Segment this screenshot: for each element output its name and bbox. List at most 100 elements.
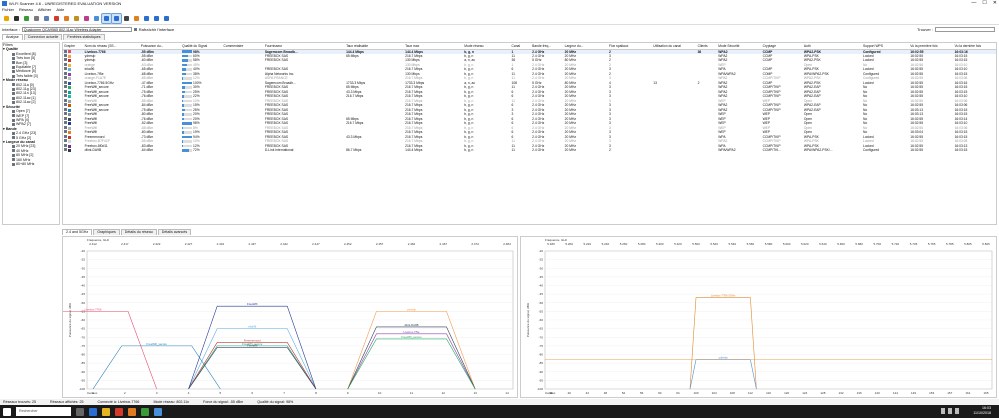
graph-checkbox[interactable] — [64, 112, 67, 116]
clock[interactable]: 16:03 11/10/2018 — [973, 406, 991, 416]
x-channel-tick-label: 10 — [378, 391, 382, 395]
filter-checkbox[interactable] — [12, 118, 15, 122]
filter-item[interactable]: 80+80 MHz — [3, 162, 59, 166]
graph-checkbox[interactable] — [64, 71, 67, 75]
firefox-icon[interactable] — [128, 407, 136, 416]
tab-2-4-and-5ghz[interactable]: 2.4 and 5GHz — [62, 229, 93, 235]
graph-checkbox[interactable] — [64, 98, 67, 102]
notification-icon[interactable] — [955, 408, 959, 414]
filter-checkbox[interactable] — [12, 74, 15, 78]
share-icon[interactable] — [132, 14, 141, 23]
refresh-icon[interactable] — [22, 14, 31, 23]
graph-checkbox[interactable] — [64, 121, 67, 125]
tab-details-reseau[interactable]: Détails du réseau — [120, 229, 157, 235]
tab-fenetres-statistiques[interactable]: Fenêtres statistiques — [63, 34, 105, 40]
stop-icon[interactable] — [152, 14, 161, 23]
filter-checkbox[interactable] — [12, 136, 15, 140]
graph-checkbox[interactable] — [64, 85, 67, 89]
tab-details-avances[interactable]: Détails avancés — [157, 229, 192, 235]
app-green-icon[interactable] — [141, 407, 149, 416]
task-view-icon[interactable] — [76, 407, 84, 416]
filter-checkbox[interactable] — [12, 65, 15, 69]
filter-checkbox[interactable] — [12, 162, 15, 166]
graph-checkbox[interactable] — [64, 80, 67, 84]
x-channel-tick-label: 140 — [875, 391, 880, 395]
export-icon[interactable] — [32, 14, 41, 23]
filter-checkbox[interactable] — [12, 100, 15, 104]
quality-value: 12% — [192, 143, 200, 148]
wifi-scanner-task-icon[interactable] — [154, 407, 162, 416]
filter-checkbox[interactable] — [12, 114, 15, 118]
graph-checkbox[interactable] — [64, 139, 67, 143]
filter-checkbox[interactable] — [12, 145, 15, 149]
scan-icon[interactable] — [2, 14, 11, 23]
cursor-icon[interactable] — [122, 14, 131, 23]
graph-checkbox[interactable] — [64, 103, 67, 107]
bottom-tabs: 2.4 and 5GHz Graphiques Détails du résea… — [62, 229, 192, 235]
graph-checkbox[interactable] — [64, 130, 67, 134]
table-row[interactable]: dlink-DA9B -64 dBm 72% D-Link Internationa… — [63, 148, 996, 153]
graph-icon[interactable] — [92, 14, 101, 23]
filter-checkbox[interactable] — [12, 87, 15, 91]
graph-checkbox[interactable] — [64, 67, 67, 71]
filter-checkbox[interactable] — [12, 158, 15, 162]
filter-checkbox[interactable] — [12, 61, 15, 65]
graph-checkbox[interactable] — [64, 49, 67, 53]
info-icon[interactable] — [162, 14, 171, 23]
quality-bar — [182, 99, 193, 103]
refresh-interface-checkbox[interactable] — [133, 28, 137, 31]
tab-connexion-actuelle[interactable]: Connexion actuelle — [23, 34, 63, 40]
graph-checkbox[interactable] — [64, 62, 67, 66]
close-button[interactable]: ✕ — [993, 0, 997, 6]
graph-checkbox[interactable] — [64, 53, 67, 57]
filter-checkbox[interactable] — [12, 123, 15, 127]
graph-checkbox[interactable] — [64, 107, 67, 111]
graph-checkbox[interactable] — [64, 94, 67, 98]
filter-icon[interactable] — [101, 12, 112, 24]
edge-icon[interactable] — [89, 407, 97, 416]
find-input[interactable] — [935, 27, 995, 32]
filter-checkbox[interactable] — [12, 83, 15, 87]
filter-checkbox[interactable] — [12, 96, 15, 100]
filter-checkbox[interactable] — [12, 149, 15, 153]
clear-icon[interactable] — [52, 14, 61, 23]
graph-checkbox[interactable] — [64, 58, 67, 62]
filter-checkbox[interactable] — [12, 52, 15, 56]
graph-checkbox[interactable] — [64, 125, 67, 129]
help-icon[interactable] — [142, 14, 151, 23]
minimize-button[interactable]: — — [971, 0, 976, 6]
series-color-swatch — [68, 135, 71, 139]
tab-analyse[interactable]: Analyse — [2, 34, 23, 40]
quality-bar-fill — [182, 108, 185, 112]
taskbar-search[interactable]: Rechercher — [16, 407, 71, 416]
graph-cell[interactable] — [63, 148, 84, 153]
filter-checkbox[interactable] — [12, 153, 15, 157]
filter-checkbox[interactable] — [12, 109, 15, 113]
filter-checkbox[interactable] — [12, 131, 15, 135]
graph-checkbox[interactable] — [64, 116, 67, 120]
filter-checkbox[interactable] — [12, 56, 15, 60]
graph-checkbox[interactable] — [64, 148, 67, 152]
pause-icon[interactable] — [12, 14, 21, 23]
cell-max: 144.4 Mbps — [405, 148, 423, 153]
graph-checkbox[interactable] — [64, 76, 67, 80]
filter-checkbox[interactable] — [12, 92, 15, 96]
tab-graphiques[interactable]: Graphiques — [93, 229, 120, 235]
app-red-icon[interactable] — [115, 407, 123, 416]
stop-icon-glyph — [154, 15, 159, 21]
graph-checkbox[interactable] — [64, 143, 67, 147]
graph-checkbox[interactable] — [64, 134, 67, 138]
graph-checkbox[interactable] — [64, 89, 67, 93]
filter-checkbox[interactable] — [12, 70, 15, 74]
network-icon[interactable] — [941, 408, 945, 414]
explorer-icon[interactable] — [102, 407, 110, 416]
edit-icon[interactable] — [62, 14, 71, 23]
key-icon[interactable] — [72, 14, 81, 23]
filter-adv-icon[interactable] — [111, 12, 122, 24]
chart-icon[interactable] — [82, 14, 91, 23]
settings-icon[interactable] — [42, 14, 51, 23]
interface-select[interactable]: Qualcomm QCA9565 802.11ac Wireless Adapt… — [21, 27, 132, 32]
windows-start-icon[interactable] — [3, 407, 11, 416]
maximize-button[interactable]: ☐ — [982, 0, 986, 6]
volume-icon[interactable] — [948, 408, 952, 414]
